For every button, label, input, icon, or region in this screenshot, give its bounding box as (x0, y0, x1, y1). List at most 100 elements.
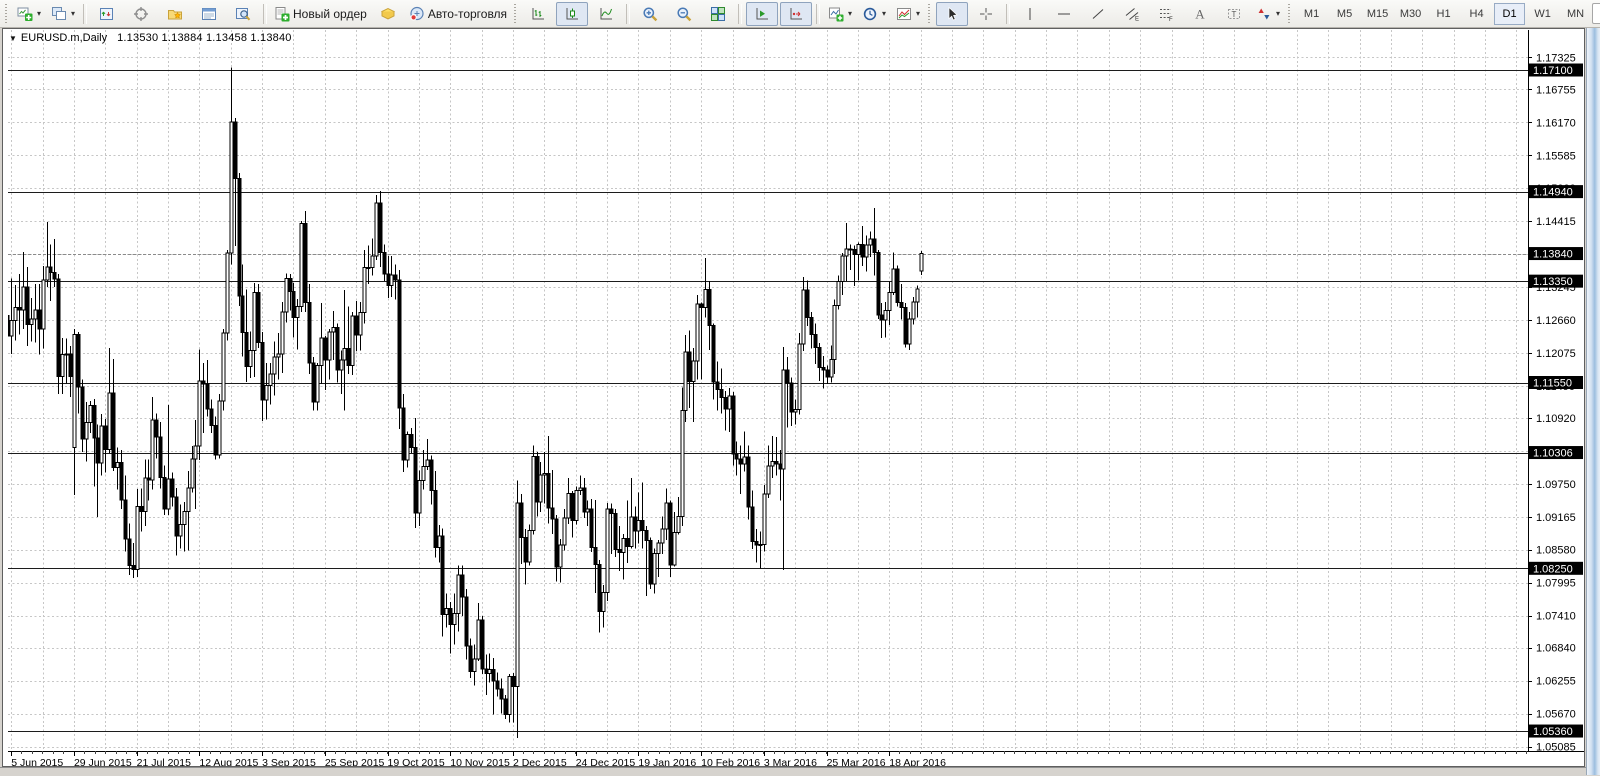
timeframe-mn[interactable]: MN (1560, 3, 1591, 25)
time-axis[interactable]: 5 Jun 2015 29 Jun 2015 21 Jul 2015 12 Aug 2… (11, 751, 1527, 766)
toolbar: ▾ ▾ Новый ордер Авто-торговля ▾ ▾ ▾ E F A T ▾ M1 M5 M1… (0, 0, 1600, 28)
button-label: Авто-торговля (427, 6, 508, 21)
svg-text:1.09750: 1.09750 (1536, 479, 1576, 491)
dropdown-caret-icon[interactable]: ▾ (37, 9, 41, 18)
metaeditor-icon (380, 6, 396, 22)
indicators-list-button[interactable]: ▾ (824, 2, 856, 26)
bar-chart-mode-button[interactable] (522, 2, 554, 26)
terminal-button[interactable] (193, 2, 225, 26)
toolbar-grip[interactable] (1287, 3, 1293, 24)
line-chart-icon (598, 6, 614, 22)
price-chart[interactable]: 5 Jun 2015 29 Jun 2015 21 Jul 2015 12 Aug 2… (3, 29, 1584, 766)
svg-text:1.12075: 1.12075 (1536, 348, 1576, 360)
new-order-button[interactable]: Новый ордер (271, 2, 370, 26)
svg-text:3 Sep 2015: 3 Sep 2015 (262, 757, 316, 766)
crosshair-tool-button[interactable] (970, 2, 1002, 26)
dropdown-caret-icon[interactable]: ▾ (1276, 9, 1280, 18)
toolbar-grip[interactable] (4, 3, 9, 24)
svg-text:1.13350: 1.13350 (1533, 276, 1573, 288)
line-chart-mode-button[interactable] (590, 2, 622, 26)
equidistant-channel-tool-button[interactable]: E (1116, 2, 1148, 26)
timeframe-m1[interactable]: M1 (1296, 3, 1327, 25)
chart-shift-button[interactable] (780, 1, 813, 26)
zoom-out-icon (676, 6, 692, 22)
dropdown-caret-icon[interactable]: ▾ (916, 9, 920, 18)
toolbar-grip[interactable] (927, 3, 933, 24)
svg-text:1.05670: 1.05670 (1536, 709, 1576, 721)
toolbar-separator (626, 3, 631, 24)
toolbar-search (1592, 3, 1600, 24)
svg-text:21 Jul 2015: 21 Jul 2015 (137, 757, 191, 766)
svg-text:1.05360: 1.05360 (1533, 726, 1573, 738)
zoom-out-button[interactable] (668, 2, 700, 26)
arrows-tool-button[interactable]: ▾ (1252, 2, 1284, 26)
text-icon: A (1192, 6, 1208, 22)
new-chart-button[interactable]: ▾ (13, 2, 45, 26)
timeframe-m5[interactable]: M5 (1329, 3, 1360, 25)
candlestick-chart-mode-button[interactable] (556, 1, 589, 26)
timeframe-w1[interactable]: W1 (1527, 3, 1558, 25)
strategy-tester-button[interactable] (227, 2, 259, 26)
search-input[interactable] (1596, 6, 1600, 21)
chart-symbol-period: EURUSD.m,Daily (20, 32, 108, 44)
cursor-icon (944, 6, 960, 22)
dropdown-caret-icon[interactable]: ▾ (71, 9, 75, 18)
toolbar-separator (263, 3, 267, 24)
data-window-button[interactable] (125, 2, 157, 26)
timeframe-h4[interactable]: H4 (1461, 3, 1492, 25)
auto-scroll-button[interactable] (746, 1, 779, 26)
market-watch-button[interactable] (91, 2, 123, 26)
fibonacci-tool-button[interactable]: F (1150, 2, 1182, 26)
chart-window-eurusd[interactable]: ▼ EURUSD.m,Daily 1.13530 1.13884 1.13458… (2, 28, 1585, 767)
toolbar-separator (738, 3, 743, 24)
svg-text:1.16755: 1.16755 (1536, 84, 1576, 96)
svg-text:1.15585: 1.15585 (1536, 150, 1576, 162)
text-label-tool-button[interactable]: T (1218, 2, 1250, 26)
timeframe-m15[interactable]: M15 (1362, 3, 1393, 25)
data-window-icon (133, 6, 149, 22)
dropdown-caret-icon[interactable]: ▾ (882, 9, 886, 18)
svg-text:A: A (1195, 6, 1205, 21)
horizontal-line-tool-button[interactable] (1048, 2, 1080, 26)
timeframe-h1[interactable]: H1 (1428, 3, 1459, 25)
fibonacci-icon: F (1158, 6, 1174, 22)
cursor-tool-button[interactable] (936, 1, 969, 26)
svg-text:1.08250: 1.08250 (1533, 563, 1573, 575)
hline-icon (1056, 6, 1072, 22)
timeframe-m30[interactable]: M30 (1395, 3, 1426, 25)
svg-text:1.16170: 1.16170 (1536, 117, 1576, 129)
autotrading-button[interactable]: Авто-торговля (406, 2, 510, 26)
vertical-line-tool-button[interactable] (1014, 2, 1046, 26)
chart-collapse-icon[interactable]: ▼ (9, 34, 17, 43)
templates-button[interactable]: ▾ (892, 2, 924, 26)
toolbar-grip[interactable] (513, 3, 519, 24)
svg-text:T: T (1232, 9, 1237, 18)
price-axis[interactable]: 1.173251.167551.161701.155851.150001.144… (1528, 52, 1583, 754)
text-tool-button[interactable]: A (1184, 2, 1216, 26)
chart-ohlc: 1.13530 1.13884 1.13458 1.13840 (117, 32, 292, 44)
chart-profiles-button[interactable]: ▾ (47, 2, 79, 26)
terminal-icon (201, 6, 217, 22)
chart-shift-icon (788, 6, 804, 22)
plot-area[interactable] (3, 30, 1528, 751)
dropdown-caret-icon[interactable]: ▾ (848, 9, 852, 18)
periods-button[interactable]: ▾ (858, 2, 890, 26)
svg-text:1.14415: 1.14415 (1536, 216, 1576, 228)
timeframe-d1[interactable]: D1 (1494, 2, 1526, 25)
tile-windows-button[interactable] (702, 2, 734, 26)
zoom-in-icon (642, 6, 658, 22)
svg-text:1.17325: 1.17325 (1536, 52, 1576, 64)
svg-text:24 Dec 2015: 24 Dec 2015 (576, 757, 636, 766)
svg-text:1.10920: 1.10920 (1536, 413, 1576, 425)
svg-text:E: E (1135, 16, 1139, 22)
trendline-tool-button[interactable] (1082, 2, 1114, 26)
metaeditor-button[interactable] (372, 2, 404, 26)
toolbar-separator (816, 3, 821, 24)
vertical-scrollbar[interactable] (1586, 28, 1600, 775)
svg-text:1.17100: 1.17100 (1533, 65, 1573, 77)
navigator-button[interactable] (159, 2, 191, 26)
svg-text:18 Apr 2016: 18 Apr 2016 (889, 757, 946, 766)
zoom-in-button[interactable] (634, 2, 666, 26)
vline-icon (1022, 6, 1038, 22)
svg-text:25 Mar 2016: 25 Mar 2016 (827, 757, 886, 766)
